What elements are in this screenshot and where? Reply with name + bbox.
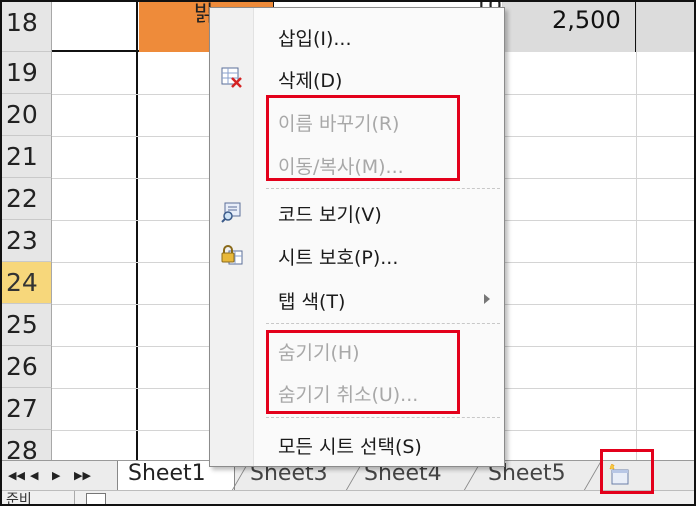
- menu-separator: [266, 188, 500, 189]
- highlight-rename-move: [266, 95, 460, 181]
- menu-item-label: 탭 색(T): [278, 291, 346, 313]
- next-sheet-button[interactable]: ▶: [52, 469, 60, 482]
- menu-item-label: 삽입(I)...: [278, 28, 352, 50]
- menu-item-tab-color[interactable]: 탭 색(T): [210, 281, 504, 319]
- menu-item-label: 삭제(D): [278, 70, 343, 92]
- column-border: [636, 2, 637, 460]
- status-bar: 준비: [2, 490, 694, 506]
- row-header-20[interactable]: 20: [2, 94, 52, 136]
- row-header-19[interactable]: 19: [2, 52, 52, 94]
- menu-item-label: 모든 시트 선택(S): [278, 436, 422, 458]
- menu-separator: [266, 417, 500, 418]
- highlight-insert-sheet: [600, 449, 654, 494]
- row-header-26[interactable]: 26: [2, 346, 52, 388]
- row-header-24[interactable]: 24: [2, 262, 52, 304]
- delete-sheet-icon: [221, 67, 242, 88]
- highlight-hide-unhide: [266, 330, 460, 414]
- menu-item-view-code[interactable]: 코드 보기(V): [210, 194, 504, 232]
- prev-sheet-button[interactable]: ◀: [30, 469, 38, 482]
- view-code-icon: [221, 202, 241, 223]
- tab-divider: [583, 461, 602, 491]
- menu-separator: [266, 323, 500, 324]
- excel-window: 밝 10,000 1 2,500 1819202122232425262728 …: [0, 0, 696, 506]
- status-divider: [74, 491, 75, 504]
- sheet-tab-label: Sheet1: [128, 461, 206, 486]
- row-header-22[interactable]: 22: [2, 178, 52, 220]
- menu-item-protect-sheet[interactable]: 시트 보호(P)...: [210, 237, 504, 275]
- cell-value: 2,500: [552, 6, 621, 34]
- last-sheet-button[interactable]: ▶▶: [74, 469, 91, 482]
- protect-sheet-icon: [221, 245, 243, 265]
- row-header-27[interactable]: 27: [2, 388, 52, 430]
- row-header-18[interactable]: 18: [2, 2, 52, 52]
- menu-item-label: 시트 보호(P)...: [278, 247, 399, 269]
- menu-item-insert[interactable]: 삽입(I)...: [210, 18, 504, 56]
- status-text: 준비: [6, 492, 32, 506]
- row-header-25[interactable]: 25: [2, 304, 52, 346]
- menu-item-label: 코드 보기(V): [278, 204, 382, 226]
- row-header-23[interactable]: 23: [2, 220, 52, 262]
- column-border: [136, 2, 138, 460]
- row-header-21[interactable]: 21: [2, 136, 52, 178]
- menu-item-delete[interactable]: 삭제(D): [210, 60, 504, 98]
- menu-item-select-all-sheets[interactable]: 모든 시트 선택(S): [210, 426, 504, 464]
- first-sheet-button[interactable]: ◀◀: [8, 469, 25, 482]
- macro-record-icon[interactable]: [86, 493, 106, 504]
- gray-cell-2[interactable]: [636, 2, 694, 52]
- submenu-arrow-icon: [484, 294, 490, 304]
